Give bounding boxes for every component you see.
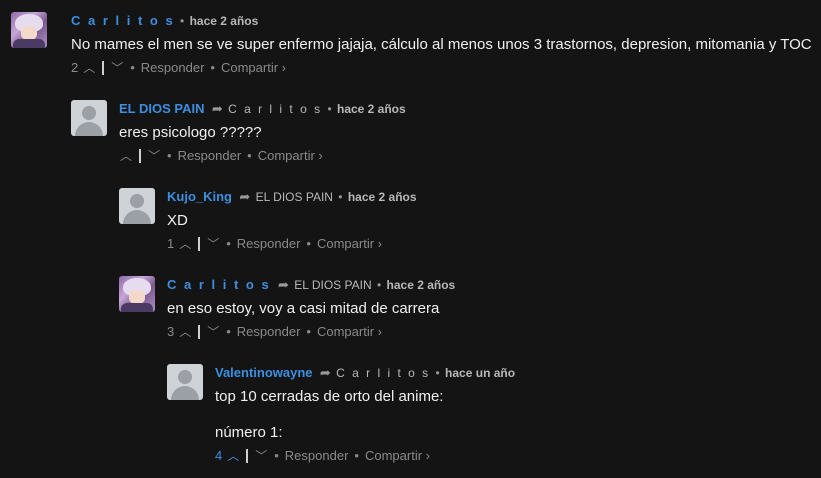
separator: • [306,324,311,339]
timestamp[interactable]: hace 2 años [387,278,456,292]
share-button[interactable]: Compartir › [365,448,430,463]
reply-arrow-icon: ➦ [239,189,251,204]
reply-button[interactable]: Responder [237,324,301,339]
reply-arrow-icon: ➦ [278,277,289,292]
share-button[interactable]: Compartir › [317,324,382,339]
separator: • [435,366,440,380]
comment-text: XD [167,212,188,229]
timestamp[interactable]: hace un año [445,366,515,380]
share-button[interactable]: Compartir › [221,60,286,75]
comment: Valentinowayne ➦ C a r l i t o s • hace … [167,364,816,474]
vote-count: 1 [167,236,175,251]
separator: • [338,190,343,204]
comment: Kujo_King ➦ EL DIOS PAIN • hace 2 años X… [119,188,816,258]
reply-button[interactable]: Responder [141,60,205,75]
comment: EL DIOS PAIN ➦ C a r l i t o s • hace 2 … [71,100,816,170]
separator: • [210,60,215,75]
comment-meta: Valentinowayne ➦ C a r l i t o s • hace … [215,365,515,381]
avatar[interactable] [11,12,47,48]
separator: • [226,236,231,251]
comment-text: top 10 cerradas de orto del anime: [215,388,444,405]
avatar[interactable] [71,100,107,136]
share-button[interactable]: Compartir › [317,236,382,251]
separator: • [376,278,382,292]
comment-meta: Kujo_King ➦ EL DIOS PAIN • hace 2 años [167,189,417,205]
reply-button[interactable]: Responder [178,148,242,163]
chevron-down-icon[interactable]: ﹀ [110,59,124,76]
separator: • [130,60,135,75]
reply-to-name[interactable]: EL DIOS PAIN [294,278,371,292]
separator: • [226,324,231,339]
reply-arrow-icon: ➦ [211,101,223,116]
divider [102,60,105,75]
timestamp[interactable]: hace 2 años [190,14,259,28]
author-name[interactable]: C a r l i t o s [167,277,271,292]
comment-actions: 1 ︿ ﹀ • Responder • Compartir › [167,235,382,252]
divider [246,448,249,463]
avatar[interactable] [119,276,155,312]
comment-text-line: número 1: [215,424,283,441]
comment-text: en eso estoy, voy a casi mitad de carrer… [167,300,440,317]
author-name[interactable]: C a r l i t o s [71,13,175,28]
separator: • [306,236,311,251]
comment-actions: 4 ︿ ﹀ • Responder • Compartir › [215,447,430,464]
divider [198,236,201,251]
separator: • [354,448,359,463]
reply-to-name[interactable]: C a r l i t o s [336,366,430,380]
chevron-up-icon[interactable]: ︿ [119,147,133,164]
comment-text: eres psicologo ????? [119,124,262,141]
chevron-down-icon[interactable]: ﹀ [206,323,220,340]
reply-button[interactable]: Responder [237,236,301,251]
author-name[interactable]: EL DIOS PAIN [119,101,204,116]
share-button[interactable]: Compartir › [258,148,323,163]
separator: • [327,102,332,116]
comment-meta: C a r l i t o s • hace 2 años [71,13,258,28]
avatar[interactable] [167,364,203,400]
reply-button[interactable]: Responder [285,448,349,463]
separator: • [274,448,279,463]
divider [139,148,141,163]
vote-count: 3 [167,324,175,339]
reply-to-name[interactable]: C a r l i t o s [228,102,322,116]
chevron-up-icon[interactable]: ︿ [226,447,240,464]
separator: • [247,148,252,163]
vote-count: 2 [71,60,79,75]
separator: • [180,14,185,28]
timestamp[interactable]: hace 2 años [348,190,417,204]
timestamp[interactable]: hace 2 años [337,102,406,116]
chevron-up-icon[interactable]: ︿ [82,59,96,76]
chevron-down-icon[interactable]: ﹀ [147,147,161,164]
avatar[interactable] [119,188,155,224]
divider [198,324,201,339]
chevron-down-icon[interactable]: ﹀ [254,447,268,464]
chevron-up-icon[interactable]: ︿ [178,235,192,252]
vote-count: 4 [215,448,223,463]
reply-arrow-icon: ➦ [319,365,331,380]
comment: C a r l i t o s ➦ EL DIOS PAIN • hace 2 … [119,276,816,346]
chevron-up-icon[interactable]: ︿ [178,323,192,340]
comment: C a r l i t o s • hace 2 años No mames e… [11,12,816,82]
comment-actions: 2 ︿ ﹀ • Responder • Compartir › [71,59,286,76]
comment-text: No mames el men se ve super enfermo jaja… [71,36,812,53]
comment-meta: C a r l i t o s ➦ EL DIOS PAIN • hace 2 … [167,277,455,293]
reply-to-name[interactable]: EL DIOS PAIN [256,190,333,204]
author-name[interactable]: Kujo_King [167,189,232,204]
chevron-down-icon[interactable]: ﹀ [206,235,220,252]
comment-meta: EL DIOS PAIN ➦ C a r l i t o s • hace 2 … [119,101,406,117]
comment-actions: ︿ ﹀ • Responder • Compartir › [119,147,323,164]
comment-actions: 3 ︿ ﹀ • Responder • Compartir › [167,323,382,340]
separator: • [167,148,172,163]
author-name[interactable]: Valentinowayne [215,365,313,380]
